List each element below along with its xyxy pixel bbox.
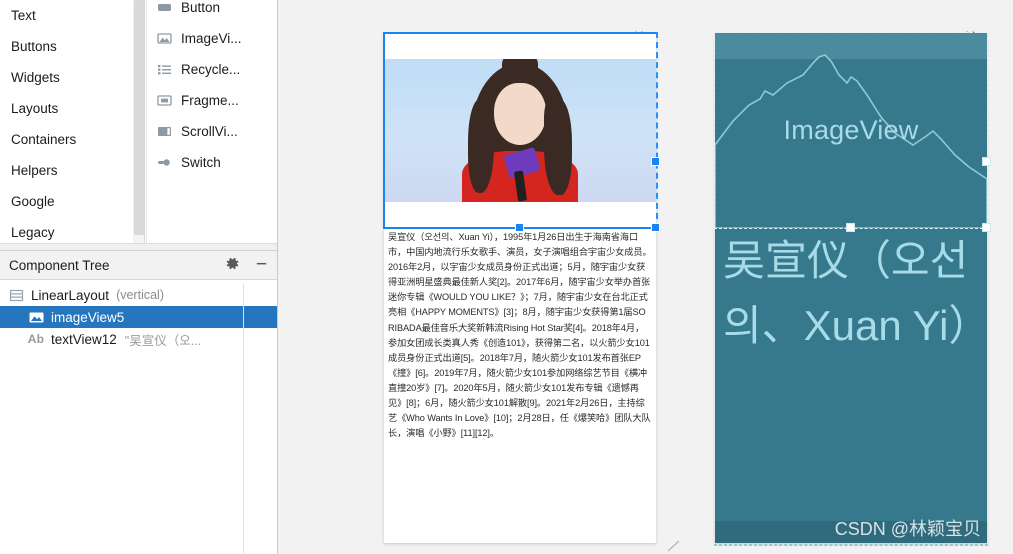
tree-row-value: "吴宣仪（오...: [124, 333, 202, 348]
tree-row-imageview5[interactable]: imageView5: [0, 306, 277, 328]
design-resize-handle-corner[interactable]: [651, 223, 660, 232]
palette-widget-label: Fragme...: [181, 93, 239, 108]
palette-category-label: Text: [11, 8, 36, 23]
tree-row-name: imageView5: [51, 309, 125, 325]
design-imageview5[interactable]: [384, 33, 656, 228]
scrollview-icon: [156, 123, 173, 140]
palette-widget-label: Recycle...: [181, 62, 241, 77]
palette-widget-recyclerview[interactable]: Recycle...: [147, 54, 277, 85]
fragment-icon: [156, 92, 173, 109]
linearlayout-icon: [8, 287, 24, 303]
blueprint-imageview5[interactable]: ImageView: [715, 33, 987, 228]
switch-icon: [156, 154, 173, 171]
palette-widget-label: Button: [181, 0, 221, 15]
design-textview12-text: 吴宣仪（오선의、Xuan Yi），1995年1月26日出生于海南省海口市，中国内…: [388, 232, 652, 439]
palette-widget-imageview[interactable]: ImageVi...: [147, 23, 277, 54]
palette-widget-label: ScrollVi...: [181, 124, 238, 139]
button-icon: [156, 0, 173, 16]
palette-widget-list[interactable]: Button ImageVi... Recycle... Fragme... S…: [146, 0, 277, 243]
component-tree-header: Component Tree: [0, 251, 277, 280]
design-photo: [384, 59, 656, 202]
palette-category-legacy[interactable]: Legacy: [0, 217, 133, 243]
blueprint-bottom-outline: [714, 544, 988, 546]
design-resize-handle-bottom[interactable]: [515, 223, 524, 232]
component-tree-panel: Component Tree LinearLayout (vertical) i…: [0, 251, 277, 554]
blueprint-resize-handle-corner[interactable]: [982, 223, 991, 232]
palette-category-helpers[interactable]: Helpers: [0, 155, 133, 186]
blueprint-preview-surface[interactable]: ImageView 吴宣仪（오선의、Xuan Yi） CSDN @林颖宝贝: [714, 32, 991, 546]
blueprint-image-label: ImageView: [783, 115, 919, 145]
palette-category-layouts[interactable]: Layouts: [0, 93, 133, 124]
palette-resize-divider[interactable]: [0, 243, 277, 251]
component-tree-inner-divider: [243, 284, 244, 554]
blueprint-resize-handle-right[interactable]: [982, 157, 991, 166]
tree-row-name: textView12: [51, 331, 117, 347]
palette-category-label: Containers: [11, 132, 77, 147]
tree-row-linearlayout[interactable]: LinearLayout (vertical): [0, 284, 277, 306]
gear-icon[interactable]: [225, 256, 240, 276]
palette-category-google[interactable]: Google: [0, 186, 133, 217]
component-tree-header-actions: [225, 251, 269, 280]
palette-category-label: Legacy: [11, 225, 55, 240]
minimize-icon[interactable]: [254, 256, 269, 276]
palette-panel: Text Buttons Widgets Layouts Containers …: [0, 0, 277, 243]
component-tree-body: LinearLayout (vertical) imageView5 Ab te…: [0, 284, 277, 554]
blueprint-textview12[interactable]: 吴宣仪（오선의、Xuan Yi）: [715, 228, 987, 543]
palette-widget-button[interactable]: Button: [147, 0, 277, 23]
palette-widget-label: ImageVi...: [181, 31, 242, 46]
left-pane: Text Buttons Widgets Layouts Containers …: [0, 0, 277, 554]
palette-widget-label: Switch: [181, 155, 221, 170]
palette-category-list[interactable]: Text Buttons Widgets Layouts Containers …: [0, 0, 133, 243]
palette-widget-scrollview[interactable]: ScrollVi...: [147, 116, 277, 147]
imageview-icon: [156, 30, 173, 47]
canvas-resize-corner-icon[interactable]: [667, 540, 681, 552]
design-textview12[interactable]: 吴宣仪（오선의、Xuan Yi），1995年1月26日出生于海南省海口市，中国内…: [384, 228, 656, 543]
palette-category-scrollbar[interactable]: [133, 0, 145, 243]
palette-category-widgets[interactable]: Widgets: [0, 62, 133, 93]
ab-icon: Ab: [27, 332, 45, 346]
palette-category-buttons[interactable]: Buttons: [0, 31, 133, 62]
blueprint-resize-handle-bottom[interactable]: [846, 223, 855, 232]
palette-category-containers[interactable]: Containers: [0, 124, 133, 155]
palette-category-label: Google: [11, 194, 55, 209]
tree-row-name: LinearLayout: [31, 287, 110, 303]
blueprint-textview12-text: 吴宣仪（오선의、Xuan Yi）: [723, 237, 987, 349]
imageview-icon: [28, 309, 44, 325]
design-preview-surface[interactable]: 吴宣仪（오선의、Xuan Yi），1995年1月26日出生于海南省海口市，中国内…: [383, 32, 660, 543]
blueprint-bottom-strip: [715, 521, 987, 543]
palette-widget-fragment[interactable]: Fragme...: [147, 85, 277, 116]
tree-row-meta: (vertical): [116, 288, 164, 302]
palette-category-label: Layouts: [11, 101, 59, 116]
palette-category-label: Widgets: [11, 70, 60, 85]
palette-category-scrollbar-thumb[interactable]: [134, 0, 144, 235]
palette-category-label: Helpers: [11, 163, 58, 178]
palette-category-label: Buttons: [11, 39, 57, 54]
design-resize-handle-right[interactable]: [651, 157, 660, 166]
android-studio-layout-editor: Text Buttons Widgets Layouts Containers …: [0, 0, 1013, 554]
recyclerview-icon: [156, 61, 173, 78]
component-tree-title: Component Tree: [9, 257, 110, 273]
design-canvas[interactable]: 吴宣仪（오선의、Xuan Yi），1995年1月26日出生于海南省海口市，中国内…: [278, 0, 1013, 554]
tree-row-textview12[interactable]: Ab textView12 "吴宣仪（오...: [0, 328, 277, 350]
palette-category-text[interactable]: Text: [0, 0, 133, 31]
palette-widget-switch[interactable]: Switch: [147, 147, 277, 178]
